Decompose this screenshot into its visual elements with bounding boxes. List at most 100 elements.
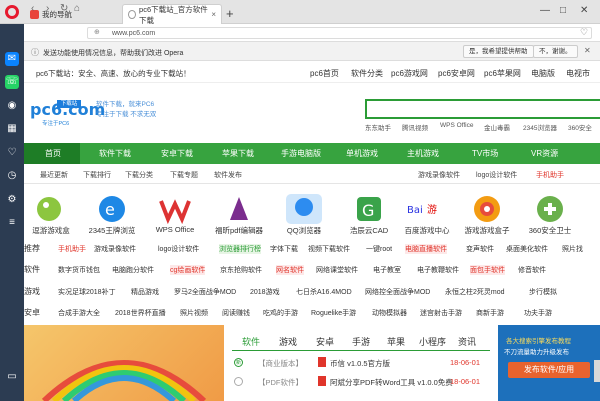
opera-logo-icon[interactable] (5, 5, 19, 19)
back-icon[interactable]: ‹ (31, 3, 34, 14)
close-tab-icon[interactable]: × (211, 10, 216, 19)
scrollbar[interactable] (594, 360, 600, 382)
subnav-category[interactable]: 下载分类 (125, 170, 153, 180)
toplink-apple[interactable]: pc6苹果网 (484, 68, 521, 79)
news-tab-mobile[interactable]: 手游 (352, 335, 370, 348)
camera-icon[interactable]: ◉ (5, 99, 19, 113)
row-link[interactable]: 网络课堂软件 (316, 265, 358, 275)
nav-tv[interactable]: TV市场 (472, 148, 498, 159)
subnav-recent[interactable]: 最近更新 (40, 170, 68, 180)
subnav-right-1[interactable]: 游戏录像软件 (418, 170, 460, 180)
row-link[interactable]: 2018世界杯直播 (115, 308, 166, 318)
row-link[interactable]: 网名软件 (276, 265, 304, 275)
help-yes-button[interactable]: 是，我希望提供帮助 (463, 45, 534, 58)
help-no-button[interactable]: 不，谢谢。 (533, 45, 578, 58)
row-link[interactable]: 罗马2全面战争MOD (174, 287, 236, 297)
toplink-games[interactable]: pc6游戏网 (391, 68, 428, 79)
nav-single-game[interactable]: 单机游戏 (346, 148, 378, 159)
row-link[interactable]: logo设计软件 (158, 244, 199, 254)
publish-button[interactable]: 发布软件/应用 (508, 362, 590, 378)
url-input[interactable]: www.pc6.com (87, 27, 592, 39)
app-label[interactable]: 游戏游戏盒子 (457, 225, 517, 236)
news-tab-software[interactable]: 软件 (242, 335, 260, 348)
app-icon-2[interactable]: e (95, 192, 129, 226)
news-icon[interactable]: ≡ (5, 216, 19, 230)
app-icon-8[interactable] (470, 192, 504, 226)
nav-home[interactable]: 首页 (45, 148, 61, 159)
app-label[interactable]: 360安全卫士 (520, 225, 580, 236)
subnav-right-2[interactable]: logo设计软件 (476, 170, 517, 180)
promo-banner[interactable] (24, 325, 224, 401)
app-label[interactable]: 百度游戏中心 (397, 225, 457, 236)
app-icon-7[interactable]: Bai 游 (405, 192, 449, 226)
row-link[interactable]: 浏览器排行榜 (219, 244, 261, 254)
subnav-right-3[interactable]: 手机助手 (536, 170, 564, 180)
row-link[interactable]: 桌面美化软件 (506, 244, 548, 254)
news-title[interactable]: 阿斌分享PDF转Word工具 v1.0.0免费 (330, 377, 453, 388)
toplink-tv[interactable]: 电视市 (566, 68, 590, 79)
row-link[interactable]: 面包手软件 (470, 265, 505, 275)
toplink-pc[interactable]: 电脑版 (531, 68, 555, 79)
nav-mobile-pc[interactable]: 手游电脑版 (281, 148, 321, 159)
news-item[interactable]: 新 【商业版本】 币信 v1.0.5官方版 18-06-01 (232, 356, 490, 371)
maximize-icon[interactable]: □ (560, 5, 566, 16)
history-icon[interactable]: ◷ (5, 169, 19, 183)
speed-dial-icon[interactable]: ▦ (5, 122, 19, 136)
app-icon-3[interactable] (158, 192, 192, 226)
row-link[interactable]: 商新手游 (476, 308, 504, 318)
row-link[interactable]: 2018游戏 (250, 287, 280, 297)
home-icon[interactable]: ⌂ (74, 3, 80, 14)
tab-pc6[interactable]: pc6下载站_官方软件下载 × (122, 4, 222, 25)
news-title[interactable]: 币信 v1.0.5官方版 (330, 358, 390, 369)
row-link[interactable]: 步行模拟 (529, 287, 557, 297)
close-window-icon[interactable]: ✕ (580, 5, 588, 16)
row-link[interactable]: 合成手游大全 (58, 308, 100, 318)
row-link[interactable]: 阅读赚钱 (222, 308, 250, 318)
row-link[interactable]: 实况足球2018补丁 (58, 287, 116, 297)
toplink-category[interactable]: 软件分类 (351, 68, 383, 79)
subnav-publish[interactable]: 软件发布 (214, 170, 242, 180)
nav-software[interactable]: 软件下载 (99, 148, 131, 159)
new-tab-button[interactable]: + (226, 6, 234, 21)
whatsapp-icon[interactable]: ☏ (5, 75, 19, 89)
row-link[interactable]: 一键root (366, 244, 392, 254)
reload-icon[interactable]: ↻ (60, 3, 68, 14)
row-link[interactable]: 永恒之柱2死灵mod (445, 287, 505, 297)
quick-link[interactable]: WPS Office (440, 122, 473, 129)
toplink-home[interactable]: pc6首页 (310, 68, 339, 79)
news-tab-games[interactable]: 游戏 (279, 335, 297, 348)
extensions-icon[interactable]: ⚙ (5, 193, 19, 207)
app-icon-5[interactable] (284, 192, 324, 226)
row-link[interactable]: 电子教室 (373, 265, 401, 275)
row-link[interactable]: 网络控全面战争MOD (365, 287, 430, 297)
row-link[interactable]: 字体下载 (270, 244, 298, 254)
subnav-ranking[interactable]: 下载排行 (83, 170, 111, 180)
app-icon-1[interactable] (34, 192, 68, 226)
quick-link[interactable]: 2345浏览器 (523, 122, 557, 132)
quick-link[interactable]: 金山毒霸 (484, 122, 510, 132)
row-link[interactable]: 视频下载软件 (308, 244, 350, 254)
row-link[interactable]: 照片找 (562, 244, 583, 254)
row-link[interactable]: 数字货币钱包 (58, 265, 100, 275)
row-link[interactable]: 手机助手 (58, 244, 86, 254)
row-link[interactable]: 吃鸡的手游 (263, 308, 298, 318)
app-icon-9[interactable] (533, 192, 567, 226)
quick-link[interactable]: 360安全 (568, 122, 592, 132)
app-label[interactable]: 福昕pdf编辑器 (209, 225, 269, 236)
nav-vr[interactable]: VR资源 (531, 148, 558, 159)
subnav-topics[interactable]: 下载专题 (170, 170, 198, 180)
row-link[interactable]: 修音软件 (518, 265, 546, 275)
minimize-icon[interactable]: — (540, 5, 550, 16)
news-tab-miniapp[interactable]: 小程序 (419, 335, 446, 348)
app-label[interactable]: 逗游游戏盒 (21, 225, 81, 236)
news-tab-android[interactable]: 安卓 (316, 335, 334, 348)
app-label[interactable]: QQ浏览器 (274, 225, 334, 236)
bookmark-heart-icon[interactable]: ♡ (580, 27, 588, 38)
row-link[interactable]: 电脑直播软件 (405, 244, 447, 254)
messenger-icon[interactable]: ✉ (5, 52, 19, 66)
row-link[interactable]: 照片视频 (180, 308, 208, 318)
row-link[interactable]: 电脑跑分软件 (112, 265, 154, 275)
row-link[interactable]: 变声软件 (466, 244, 494, 254)
nav-console-game[interactable]: 主机游戏 (407, 148, 439, 159)
quick-link[interactable]: 腾讯视频 (402, 122, 428, 132)
